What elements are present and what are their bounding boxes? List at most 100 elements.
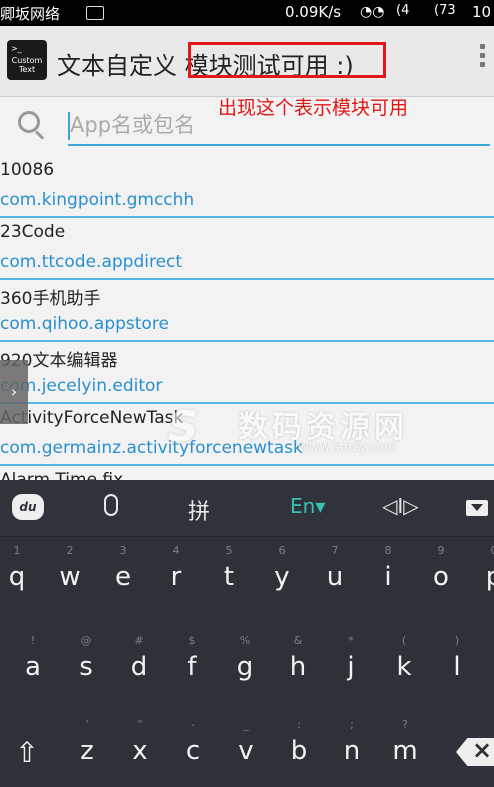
- key-hint: 7: [331, 544, 339, 557]
- key-m[interactable]: ? m: [380, 716, 430, 776]
- key-j[interactable]: * j: [326, 632, 376, 692]
- key-label: c: [185, 736, 201, 766]
- key-hint: $: [188, 634, 196, 647]
- key-x[interactable]: " x: [115, 716, 165, 776]
- key-i[interactable]: 8i: [363, 542, 413, 602]
- key-label: x: [132, 736, 148, 766]
- key-y[interactable]: 6y: [257, 542, 307, 602]
- hide-keyboard-icon[interactable]: [466, 500, 488, 516]
- pinyin-button[interactable]: 拼: [188, 494, 210, 526]
- key-r[interactable]: 4r: [151, 542, 201, 602]
- key-label: g: [236, 652, 254, 682]
- app-name: 23Code: [0, 222, 66, 242]
- key-f[interactable]: $ f: [167, 632, 217, 692]
- key-label: f: [187, 652, 197, 682]
- key-label: a: [25, 652, 41, 682]
- network-speed: 0.09K/s: [285, 3, 342, 21]
- microphone-icon[interactable]: [104, 494, 118, 516]
- app-icon-label-2: Text: [18, 65, 36, 74]
- key-v[interactable]: _ v: [221, 716, 271, 776]
- app-package: com.ttcode.appdirect: [0, 252, 183, 272]
- search-icon: [18, 111, 40, 133]
- key-hint: _: [243, 718, 249, 731]
- action-bar: >_ Custom Text 文本自定义 模块测试可用 :): [0, 26, 494, 97]
- network-badge-value: 4: [401, 3, 410, 18]
- baidu-input-icon[interactable]: du: [12, 494, 44, 520]
- key-u[interactable]: 7u: [310, 542, 360, 602]
- app-icon-prompt: >_: [11, 44, 22, 53]
- list-item[interactable]: 360手机助手 com.qihoo.appstore: [0, 280, 494, 342]
- app-list: 10086 com.kingpoint.gmcchh 23Code com.tt…: [0, 156, 494, 528]
- key-o[interactable]: 9o: [416, 542, 466, 602]
- key-hint: ": [137, 718, 143, 731]
- key-d[interactable]: # d: [114, 632, 164, 692]
- key-a[interactable]: ! a: [8, 632, 58, 692]
- key-hint: &: [293, 634, 303, 647]
- key-hint: ): [454, 634, 460, 647]
- clock: 10: [472, 3, 492, 21]
- side-drawer-handle[interactable]: ›: [0, 360, 28, 424]
- backspace-key[interactable]: [456, 738, 494, 766]
- key-hint: 5: [225, 544, 233, 557]
- text-cursor: [68, 112, 70, 140]
- key-label: t: [223, 562, 235, 592]
- key-label: w: [59, 562, 81, 592]
- key-label: q: [8, 562, 26, 592]
- list-item[interactable]: 10086 com.kingpoint.gmcchh: [0, 156, 494, 218]
- key-label: s: [79, 652, 93, 682]
- key-h[interactable]: & h: [273, 632, 323, 692]
- cursor-move-button[interactable]: ◁I▷: [382, 494, 419, 518]
- keyboard-toolbar: du 拼 En▾ ◁I▷: [0, 480, 494, 537]
- list-item[interactable]: 920文本编辑器 com.jecelyin.editor: [0, 342, 494, 404]
- key-hint: 4: [172, 544, 180, 557]
- overflow-menu-icon[interactable]: [480, 44, 488, 71]
- key-z[interactable]: ' z: [62, 716, 112, 776]
- search-input[interactable]: [68, 106, 490, 146]
- key-label: b: [290, 736, 308, 766]
- language-switch-button[interactable]: En▾: [290, 494, 325, 518]
- key-hint: #: [134, 634, 144, 647]
- key-hint: 6: [278, 544, 286, 557]
- app-package: com.kingpoint.gmcchh: [0, 190, 195, 210]
- key-hint: 3: [119, 544, 127, 557]
- key-w[interactable]: 2w: [45, 542, 95, 602]
- key-hint: (: [401, 634, 407, 647]
- key-hint: !: [30, 634, 36, 647]
- key-p[interactable]: 0p: [469, 542, 494, 602]
- key-label: p: [485, 562, 494, 592]
- key-k[interactable]: (k: [379, 632, 429, 692]
- app-icon-label-1: Custom: [11, 56, 43, 65]
- battery-indicator: (73: [434, 3, 456, 18]
- search-bar: [0, 98, 494, 150]
- key-e[interactable]: 3e: [98, 542, 148, 602]
- key-hint: 9: [437, 544, 445, 557]
- key-l[interactable]: ) l: [432, 632, 482, 692]
- watermark: S 数码资源网 www.smzy.com: [168, 398, 488, 464]
- key-n[interactable]: ; n: [327, 716, 377, 776]
- key-label: v: [238, 736, 254, 766]
- key-label: n: [343, 736, 361, 766]
- key-label: h: [289, 652, 307, 682]
- status-bar: 卿坂网络 0.09K/s ◔◔ (4 (73 10: [0, 0, 494, 26]
- app-icon[interactable]: >_ Custom Text: [7, 40, 47, 80]
- key-hint: 2: [66, 544, 74, 557]
- watermark-logo: S: [168, 402, 199, 451]
- key-q[interactable]: 1q: [0, 542, 42, 602]
- key-label: k: [396, 652, 412, 682]
- battery-value: 73: [439, 3, 456, 18]
- key-g[interactable]: % g: [220, 632, 270, 692]
- key-s[interactable]: @ s: [61, 632, 111, 692]
- key-c[interactable]: -c: [168, 716, 218, 776]
- key-label: u: [326, 562, 344, 592]
- key-b[interactable]: :b: [274, 716, 324, 776]
- key-hint: @: [80, 634, 92, 647]
- key-label: o: [433, 562, 449, 592]
- key-hint: 0: [469, 544, 494, 557]
- shift-key[interactable]: ⇧: [6, 728, 48, 778]
- key-label: l: [453, 652, 461, 682]
- app-package: com.qihoo.appstore: [0, 314, 169, 334]
- soft-keyboard: du 拼 En▾ ◁I▷ 1q2w3e4r5t6y7u8i9o0p!a@s#d$…: [0, 480, 494, 787]
- network-badge: (4: [396, 3, 410, 18]
- list-item[interactable]: 23Code com.ttcode.appdirect: [0, 218, 494, 280]
- key-t[interactable]: 5t: [204, 542, 254, 602]
